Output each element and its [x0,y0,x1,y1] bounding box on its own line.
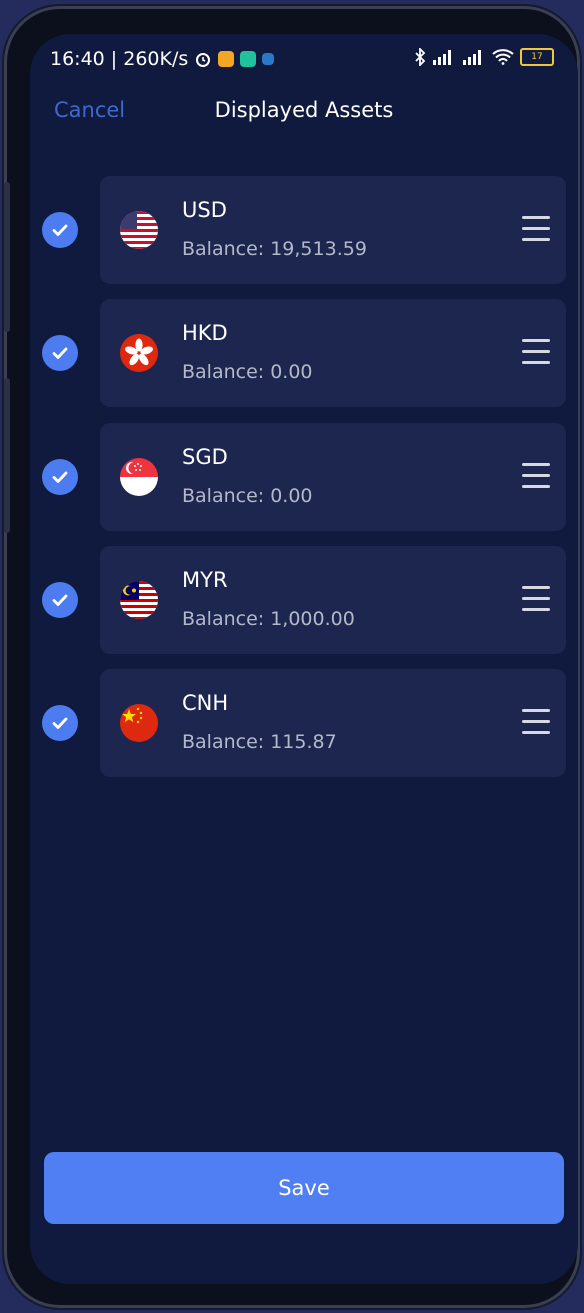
drag-handle-icon[interactable] [522,586,550,612]
asset-card[interactable]: USD Balance: 19,513.59 [100,176,566,284]
check-icon [52,347,68,359]
asset-balance: Balance: 0.00 [182,485,313,507]
asset-row-sgd[interactable]: SGD Balance: 0.00 [30,423,578,531]
volume-button [4,182,10,332]
asset-card[interactable]: MYR Balance: 1,000.00 [100,546,566,654]
asset-code: MYR [182,568,228,592]
nav-bar: Cancel Displayed Assets [30,92,578,136]
checkbox-checked[interactable] [42,335,78,371]
check-icon [52,717,68,729]
us-flag-icon [120,211,158,249]
battery-icon: 17 [520,48,554,66]
save-button[interactable]: Save [44,1152,564,1224]
hk-flag-icon [120,334,158,372]
wifi-icon [492,49,514,65]
notification-app-icon-3 [262,53,275,65]
check-icon [52,224,68,236]
notification-app-icon-2 [240,51,257,67]
checkbox-checked[interactable] [42,212,78,248]
drag-handle-icon[interactable] [522,709,550,735]
asset-code: HKD [182,321,228,345]
power-button [4,378,10,533]
asset-code: USD [182,198,227,222]
asset-row-usd[interactable]: USD Balance: 19,513.59 [30,176,578,284]
app-screen: 16:40 | 260K/s 17 Cancel Displayed Asset… [30,34,578,1284]
asset-code: CNH [182,691,229,715]
asset-balance: Balance: 0.00 [182,361,313,383]
status-right: 17 [414,48,554,66]
asset-balance: Balance: 1,000.00 [182,608,355,630]
drag-handle-icon[interactable] [522,339,550,365]
checkbox-checked[interactable] [42,459,78,495]
status-left: 16:40 | 260K/s [50,48,275,70]
asset-row-hkd[interactable]: HKD Balance: 0.00 [30,299,578,407]
drag-handle-icon[interactable] [522,463,550,489]
signal-icon [433,50,451,65]
alarm-icon [196,53,211,67]
checkbox-checked[interactable] [42,582,78,618]
drag-handle-icon[interactable] [522,216,550,242]
checkbox-checked[interactable] [42,705,78,741]
asset-card[interactable]: SGD Balance: 0.00 [100,423,566,531]
asset-balance: Balance: 19,513.59 [182,238,367,260]
sg-flag-icon [120,458,158,496]
my-flag-icon [120,581,158,619]
signal-icon-2 [463,50,481,65]
bluetooth-icon [415,48,426,66]
notification-app-icon [218,51,235,67]
status-time: 16:40 | 260K/s [50,48,189,70]
page-title: Displayed Assets [214,98,394,122]
phone-frame: 16:40 | 260K/s 17 Cancel Displayed Asset… [4,6,580,1308]
asset-row-myr[interactable]: MYR Balance: 1,000.00 [30,546,578,654]
asset-card[interactable]: CNH Balance: 115.87 [100,669,566,777]
asset-card[interactable]: HKD Balance: 0.00 [100,299,566,407]
asset-code: SGD [182,445,228,469]
check-icon [52,471,68,483]
status-bar: 16:40 | 260K/s 17 [30,34,578,84]
check-icon [52,594,68,606]
asset-row-cnh[interactable]: CNH Balance: 115.87 [30,669,578,777]
asset-balance: Balance: 115.87 [182,731,337,753]
cn-flag-icon [120,704,158,742]
